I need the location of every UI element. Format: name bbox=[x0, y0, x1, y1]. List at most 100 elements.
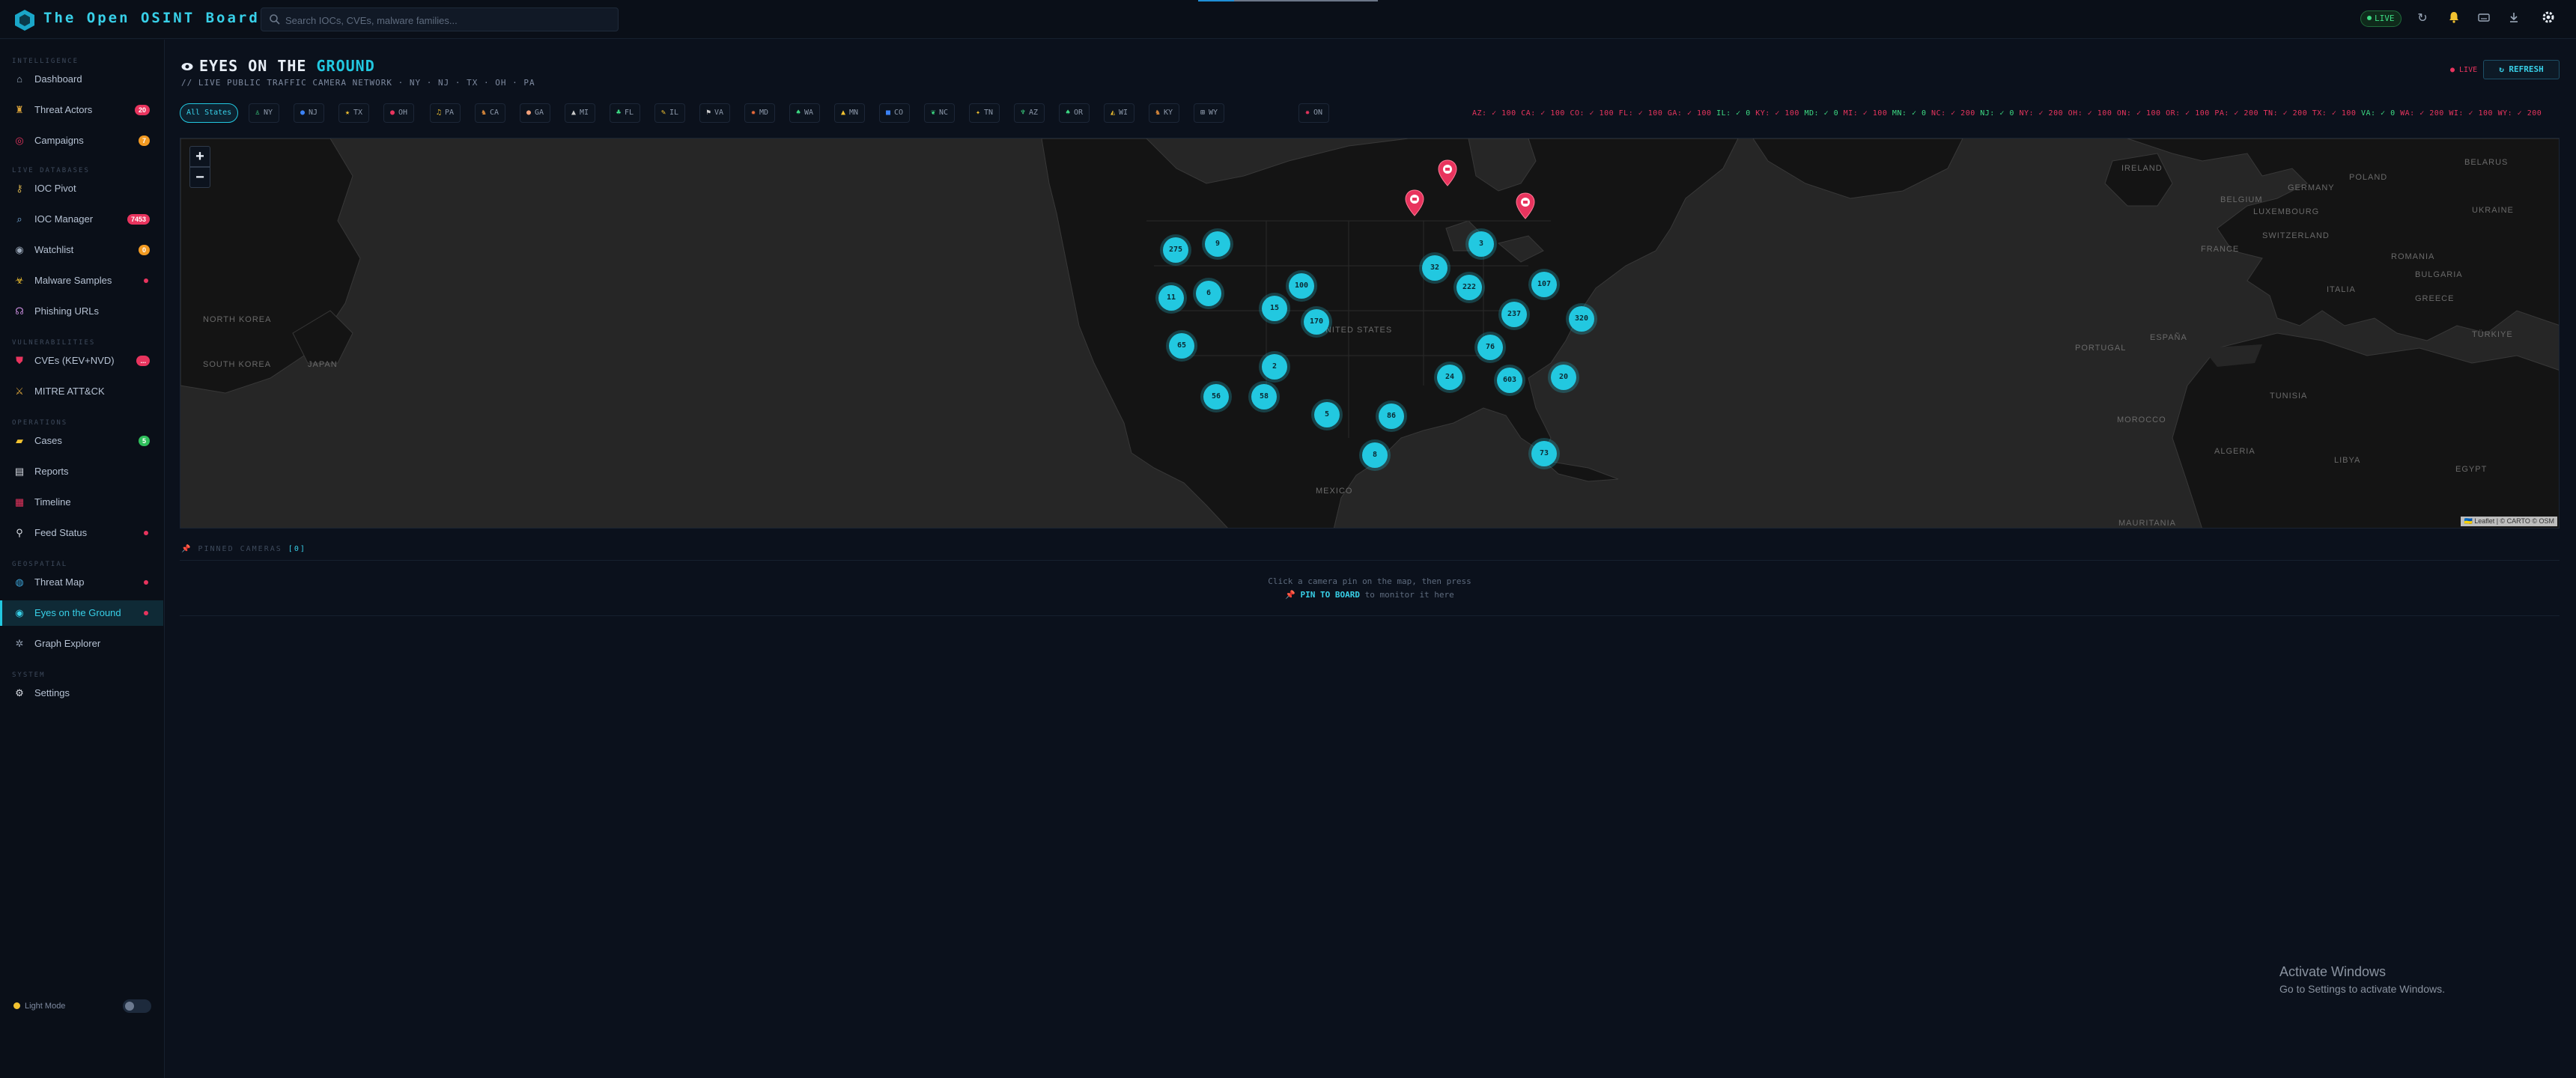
camera-cluster[interactable]: 3 bbox=[1468, 231, 1494, 257]
sidebar-item-ioc-pivot[interactable]: ⚷ IOC Pivot bbox=[0, 176, 163, 201]
sidebar-item-reports[interactable]: ▤ Reports bbox=[0, 459, 163, 484]
camera-cluster[interactable]: 222 bbox=[1456, 275, 1482, 300]
chip-ny[interactable]: ♙ NY bbox=[249, 103, 280, 123]
sidebar-item-malware-samples[interactable]: ☣ Malware Samples bbox=[0, 268, 163, 293]
sidebar-item-timeline[interactable]: ▦ Timeline bbox=[0, 490, 163, 515]
zoom-out-button[interactable]: − bbox=[189, 167, 210, 188]
chip-mi[interactable]: ▲ MI bbox=[565, 103, 596, 123]
map-label-country: ITALIA bbox=[2327, 285, 2356, 294]
camera-cluster[interactable]: 65 bbox=[1169, 333, 1194, 359]
sidebar-item-graph-explorer[interactable]: ✲ Graph Explorer bbox=[0, 631, 163, 657]
sidebar-item-eyes-on-the-ground[interactable]: ◉ Eyes on the Ground bbox=[0, 600, 163, 626]
chip-co[interactable]: ■ CO bbox=[879, 103, 911, 123]
statue-icon: ♙ bbox=[255, 109, 261, 117]
gear-icon[interactable] bbox=[2540, 10, 2557, 27]
chip-va[interactable]: ⚑ VA bbox=[699, 103, 731, 123]
feed-status-entry: IL: ✓ 0 bbox=[1716, 109, 1756, 118]
map-attribution[interactable]: 🇺🇦 Leaflet | © CARTO © OSM bbox=[2461, 517, 2557, 526]
camera-pin-icon[interactable] bbox=[1404, 189, 1425, 216]
camera-cluster[interactable]: 15 bbox=[1262, 296, 1287, 321]
sidebar-item-feed-status[interactable]: ⚲ Feed Status bbox=[0, 520, 163, 546]
zoom-in-button[interactable]: + bbox=[189, 146, 210, 167]
sidebar-item-mitre-attack[interactable]: ⚔ MITRE ATT&CK bbox=[0, 379, 163, 404]
camera-cluster[interactable]: 237 bbox=[1501, 302, 1527, 327]
chip-wi[interactable]: ◭ WI bbox=[1104, 103, 1135, 123]
search-input[interactable] bbox=[285, 11, 607, 29]
map-label-country: LIBYA bbox=[2334, 456, 2361, 465]
camera-cluster[interactable]: 32 bbox=[1422, 255, 1448, 281]
camera-cluster[interactable]: 9 bbox=[1205, 231, 1230, 257]
chip-ca[interactable]: ♞ CA bbox=[475, 103, 506, 123]
sidebar-item-cves[interactable]: ⛊ CVEs (KEV+NVD)... bbox=[0, 348, 163, 374]
feed-status-ticker: AZ: ✓ 100 CA: ✓ 100 CO: ✓ 100 FL: ✓ 100 … bbox=[1472, 109, 2542, 118]
car-icon: ■ bbox=[886, 109, 891, 117]
hexagon-logo-icon[interactable] bbox=[13, 9, 36, 31]
camera-cluster[interactable]: 275 bbox=[1163, 237, 1188, 263]
camera-cluster[interactable]: 20 bbox=[1551, 365, 1576, 390]
chip-il[interactable]: ✎ IL bbox=[654, 103, 686, 123]
camera-cluster[interactable]: 76 bbox=[1477, 335, 1503, 360]
light-mode-label: Light Mode bbox=[13, 1002, 65, 1011]
feed-status-entry: MD: ✓ 0 bbox=[1804, 109, 1844, 118]
camera-cluster[interactable]: 11 bbox=[1158, 285, 1184, 311]
sidebar-item-ioc-manager[interactable]: ⌕ IOC Manager 7453 bbox=[0, 207, 163, 232]
chip-wa[interactable]: ♠ WA bbox=[789, 103, 821, 123]
chip-on[interactable]: ✸ ON bbox=[1298, 103, 1330, 123]
camera-pin-icon[interactable] bbox=[1515, 192, 1536, 219]
camera-cluster[interactable]: 24 bbox=[1437, 365, 1462, 390]
camera-cluster[interactable]: 5 bbox=[1314, 402, 1340, 427]
camera-cluster[interactable]: 58 bbox=[1251, 384, 1277, 409]
chip-oh[interactable]: ● OH bbox=[383, 103, 415, 123]
camera-cluster[interactable]: 73 bbox=[1531, 441, 1557, 466]
windows-activation-title: Activate Windows bbox=[2279, 964, 2387, 979]
camera-cluster[interactable]: 170 bbox=[1304, 309, 1329, 335]
key-icon: ⚷ bbox=[16, 183, 23, 194]
sidebar-item-watchlist[interactable]: ◉ Watchlist 0 bbox=[0, 237, 163, 263]
refresh-icon[interactable]: ↻ bbox=[2414, 10, 2431, 27]
camera-cluster[interactable]: 8 bbox=[1362, 442, 1388, 468]
chip-nc[interactable]: ❦ NC bbox=[924, 103, 956, 123]
refresh-button[interactable]: ↻ REFRESH bbox=[2483, 60, 2560, 79]
chip-nj[interactable]: ● NJ bbox=[294, 103, 325, 123]
sidebar-item-phishing-urls[interactable]: ☊ Phishing URLs bbox=[0, 299, 163, 324]
map-label-country: ESPAÑA bbox=[2150, 333, 2187, 342]
light-mode-toggle[interactable] bbox=[123, 999, 151, 1013]
bell-icon[interactable] bbox=[2446, 10, 2462, 27]
search-box[interactable] bbox=[261, 7, 619, 31]
chip-tx[interactable]: ★ TX bbox=[338, 103, 370, 123]
chip-ga[interactable]: ● GA bbox=[520, 103, 551, 123]
camera-cluster[interactable]: 603 bbox=[1497, 368, 1522, 393]
camera-cluster[interactable]: 6 bbox=[1196, 281, 1221, 306]
feed-status-entry: NJ: ✓ 0 bbox=[1980, 109, 2020, 118]
feed-status-entry: CO: ✓ 100 bbox=[1570, 109, 1619, 118]
camera-cluster[interactable]: 100 bbox=[1289, 273, 1314, 299]
camera-cluster[interactable]: 320 bbox=[1569, 306, 1594, 332]
chip-az[interactable]: ♆ AZ bbox=[1014, 103, 1045, 123]
chip-tn[interactable]: ✦ TN bbox=[969, 103, 1000, 123]
camera-cluster[interactable]: 86 bbox=[1379, 404, 1404, 429]
feed-status-entry: TX: ✓ 100 bbox=[2312, 109, 2361, 118]
feed-status-entry: WI: ✓ 100 bbox=[2449, 109, 2498, 118]
camera-cluster[interactable]: 107 bbox=[1531, 272, 1557, 297]
chip-or[interactable]: ♠ OR bbox=[1059, 103, 1090, 123]
sidebar-item-settings[interactable]: ⚙ Settings bbox=[0, 680, 163, 706]
chip-md[interactable]: ✹ MD bbox=[744, 103, 776, 123]
camera-cluster[interactable]: 56 bbox=[1203, 384, 1229, 409]
sidebar-item-cases[interactable]: ▰ Cases 5 bbox=[0, 428, 163, 454]
feed-status-entry: VA: ✓ 0 bbox=[2360, 109, 2401, 118]
chip-pa[interactable]: ♫ PA bbox=[430, 103, 461, 123]
sidebar-item-campaigns[interactable]: ◎ Campaigns 7 bbox=[0, 128, 163, 153]
chip-wy[interactable]: ⊞ WY bbox=[1194, 103, 1225, 123]
app-title[interactable]: The Open OSINT Board bbox=[43, 10, 260, 26]
download-icon[interactable] bbox=[2506, 10, 2522, 27]
chip-ky[interactable]: ♞ KY bbox=[1149, 103, 1180, 123]
sidebar-item-threat-actors[interactable]: ♜ Threat Actors 20 bbox=[0, 97, 163, 123]
chip-all-states[interactable]: All States bbox=[180, 103, 239, 123]
camera-pin-icon[interactable] bbox=[1437, 159, 1458, 186]
camera-cluster[interactable]: 2 bbox=[1262, 354, 1287, 380]
chip-fl[interactable]: ♣ FL bbox=[610, 103, 641, 123]
keyboard-icon[interactable] bbox=[2476, 10, 2492, 27]
camera-map[interactable]: + − UNITED STATES MEXICO NORTH KOREA SOU… bbox=[180, 138, 2560, 529]
sidebar-item-dashboard[interactable]: ⌂ Dashboard bbox=[0, 67, 163, 92]
chip-mn[interactable]: ▲ MN bbox=[834, 103, 866, 123]
